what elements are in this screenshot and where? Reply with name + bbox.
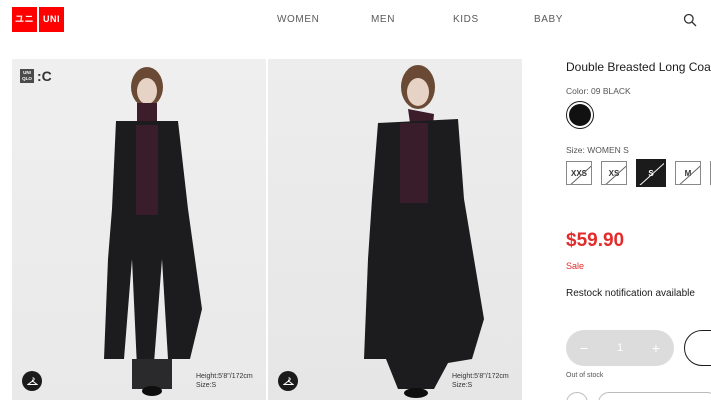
color-swatch-black[interactable]: [566, 101, 594, 129]
hanger-icon: [282, 376, 294, 385]
product-title: Double Breasted Long Coat: [566, 60, 711, 74]
qty-minus-button[interactable]: −: [580, 340, 588, 356]
nav-women[interactable]: WOMEN: [277, 14, 319, 25]
size-option-m[interactable]: M: [675, 161, 701, 185]
size-selector: XXS XS S M L: [566, 159, 711, 187]
color-label: Color: 09 BLACK: [566, 86, 631, 96]
badge-square: UNI QLO: [20, 69, 34, 83]
uniqlo-c-badge: UNI QLO :C: [20, 68, 52, 84]
size-option-xxs[interactable]: XXS: [566, 161, 592, 185]
product-gallery: UNI QLO :C Height:5'8"/172cm Size:S Heig…: [12, 59, 524, 400]
quantity-stepper: − 1 +: [566, 330, 674, 366]
restock-notification[interactable]: Restock notification available: [566, 288, 695, 299]
hanger-button[interactable]: [22, 371, 42, 391]
secondary-pill-button[interactable]: [598, 392, 711, 400]
model-size: Size:S: [196, 382, 217, 389]
size-option-s[interactable]: S: [636, 159, 666, 187]
hanger-icon: [26, 376, 38, 385]
secondary-actions: [566, 388, 711, 400]
swatch-fill: [569, 104, 591, 126]
add-to-cart-button[interactable]: [684, 330, 711, 366]
model-photo-side: [364, 65, 484, 398]
badge-letter: :C: [37, 68, 52, 84]
size-option-xs[interactable]: XS: [601, 161, 627, 185]
sale-label: Sale: [566, 261, 585, 271]
product-info-panel: Double Breasted Long Coat Color: 09 BLAC…: [566, 0, 711, 400]
model-size: Size:S: [452, 382, 473, 389]
qty-plus-button[interactable]: +: [652, 340, 660, 356]
model-height: Height:5'8"/172cm: [196, 373, 253, 380]
unavailable-slash: [639, 161, 664, 185]
product-photo-front[interactable]: UNI QLO :C Height:5'8"/172cm Size:S: [12, 59, 266, 400]
size-label: Size: WOMEN S: [566, 145, 629, 155]
model-photo-front: [104, 67, 202, 396]
model-info: Height:5'8"/172cm Size:S: [196, 372, 253, 390]
nav-men[interactable]: MEN: [371, 14, 395, 25]
nav-kids[interactable]: KIDS: [453, 14, 479, 25]
model-info: Height:5'8"/172cm Size:S: [452, 372, 509, 390]
out-of-stock-label: Out of stock: [566, 372, 604, 379]
product-price: $59.90: [566, 230, 625, 251]
model-height: Height:5'8"/172cm: [452, 373, 509, 380]
qty-value: 1: [616, 342, 624, 354]
hanger-button[interactable]: [278, 371, 298, 391]
nav-baby[interactable]: BABY: [534, 14, 563, 25]
product-photo-side[interactable]: Height:5'8"/172cm Size:S: [268, 59, 522, 400]
secondary-icon-button[interactable]: [566, 392, 588, 400]
